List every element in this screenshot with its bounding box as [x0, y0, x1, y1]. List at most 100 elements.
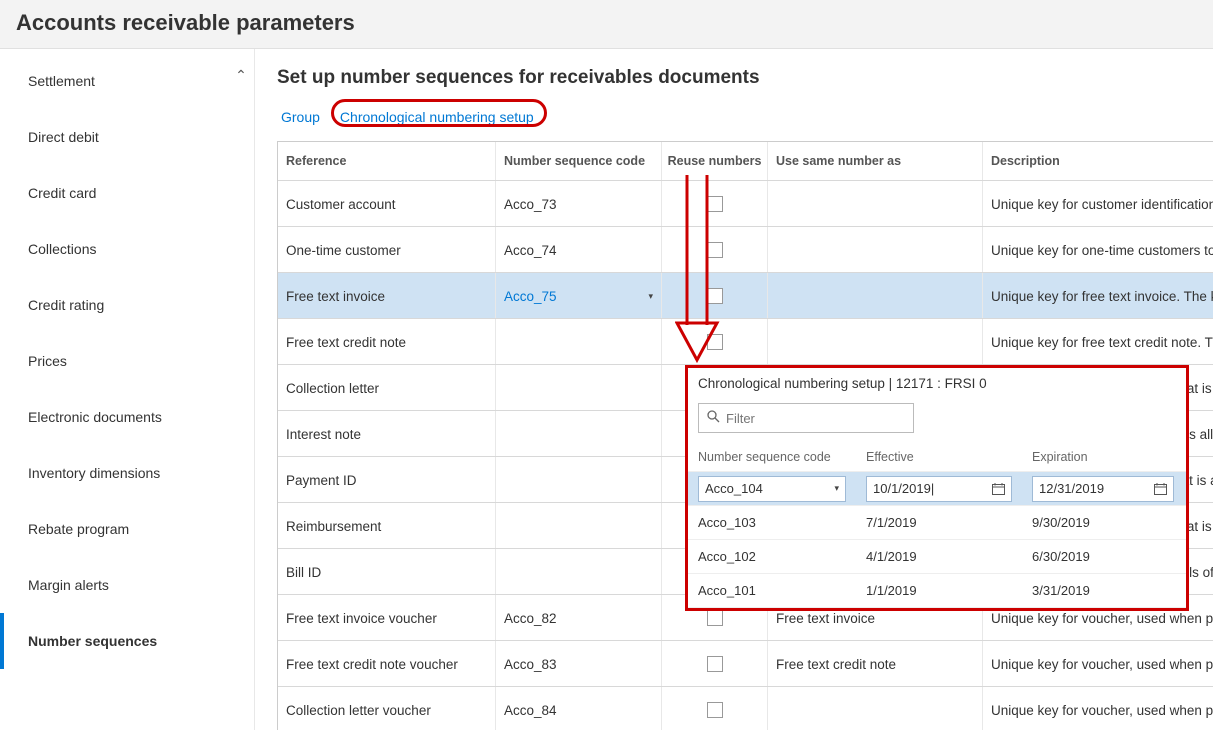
chevron-down-icon[interactable]: ▾	[648, 291, 653, 302]
cell-same-as[interactable]: Free text credit note	[768, 641, 983, 686]
popup-row[interactable]: Acco_1011/1/20193/31/2019	[688, 574, 1186, 608]
cell-reference: Free text invoice voucher	[278, 595, 496, 640]
table-row[interactable]: Customer accountAcco_73 Unique key for cu…	[278, 181, 1213, 227]
table-row[interactable]: Free text credit note voucherAcco_83Free…	[278, 641, 1213, 687]
popup-row[interactable]: Acco_104▾10/1/2019|12/31/2019	[688, 472, 1186, 506]
action-links: Group Chronological numbering setup	[277, 107, 1213, 127]
cell-code[interactable]	[496, 365, 662, 410]
popup-cell-code[interactable]: Acco_103	[688, 506, 856, 539]
filter-input[interactable]	[726, 411, 905, 426]
page-title: Accounts receivable parameters	[16, 10, 1197, 36]
popup-cell-code[interactable]: Acco_101	[688, 574, 856, 607]
popup-col-code[interactable]: Number sequence code	[688, 443, 856, 471]
col-reuse[interactable]: Reuse numbers	[662, 142, 768, 180]
chevron-down-icon[interactable]: ▾	[834, 483, 839, 494]
cell-reuse	[662, 641, 768, 686]
popup-cell-expiration[interactable]: 9/30/2019	[1022, 506, 1184, 539]
popup-cell-code[interactable]: Acco_104▾	[688, 472, 856, 505]
search-icon	[707, 410, 720, 426]
calendar-icon[interactable]	[1154, 483, 1167, 495]
reuse-checkbox[interactable]	[707, 242, 723, 258]
sidebar-item-collections[interactable]: Collections	[0, 221, 254, 277]
cell-description: Unique key for one-time customers to be …	[983, 227, 1213, 272]
reuse-checkbox[interactable]	[707, 196, 723, 212]
sidebar-item-number-sequences[interactable]: Number sequences	[0, 613, 254, 669]
popup-row[interactable]: Acco_1037/1/20199/30/2019	[688, 506, 1186, 540]
cell-reference: Collection letter	[278, 365, 496, 410]
cell-code[interactable]	[496, 503, 662, 548]
cell-reuse	[662, 319, 768, 364]
cell-code[interactable]: Acco_83	[496, 641, 662, 686]
cell-reference: One-time customer	[278, 227, 496, 272]
popup-cell-effective[interactable]: 10/1/2019|	[856, 472, 1022, 505]
chrono-setup-link[interactable]: Chronological numbering setup	[336, 107, 538, 127]
cell-code[interactable]: Acco_75▾	[496, 273, 662, 318]
popup-cell-effective[interactable]: 1/1/2019	[856, 574, 1022, 607]
col-desc[interactable]: Description	[983, 142, 1213, 180]
cell-same-as[interactable]	[768, 227, 983, 272]
cell-same-as[interactable]	[768, 273, 983, 318]
popup-cell-expiration[interactable]: 3/31/2019	[1022, 574, 1184, 607]
calendar-icon[interactable]	[992, 483, 1005, 495]
reuse-checkbox[interactable]	[707, 702, 723, 718]
cell-description: Unique key for voucher, used when postin…	[983, 641, 1213, 686]
cell-reference: Free text credit note	[278, 319, 496, 364]
cell-code[interactable]	[496, 457, 662, 502]
cell-reference: Payment ID	[278, 457, 496, 502]
table-row[interactable]: One-time customerAcco_74 Unique key for o…	[278, 227, 1213, 273]
cell-code[interactable]: Acco_84	[496, 687, 662, 730]
cell-code[interactable]: Acco_73	[496, 181, 662, 226]
popup-col-exp[interactable]: Expiration	[1022, 443, 1184, 471]
popup-cell-effective[interactable]: 7/1/2019	[856, 506, 1022, 539]
cell-description: Unique key for free text credit note. Th…	[983, 319, 1213, 364]
reuse-checkbox[interactable]	[707, 656, 723, 672]
cell-reuse	[662, 687, 768, 730]
popup-row[interactable]: Acco_1024/1/20196/30/2019	[688, 540, 1186, 574]
cell-code[interactable]: Acco_74	[496, 227, 662, 272]
filter-box[interactable]	[698, 403, 914, 433]
sidebar-item-direct-debit[interactable]: Direct debit	[0, 109, 254, 165]
section-title: Set up number sequences for receivables …	[277, 67, 1213, 89]
cell-code[interactable]: Acco_82	[496, 595, 662, 640]
reuse-checkbox[interactable]	[707, 334, 723, 350]
sidebar-item-rebate-program[interactable]: Rebate program	[0, 501, 254, 557]
cell-same-as[interactable]	[768, 181, 983, 226]
cell-description: Unique key for customer identification. …	[983, 181, 1213, 226]
sidebar-item-credit-rating[interactable]: Credit rating	[0, 277, 254, 333]
cell-reference: Interest note	[278, 411, 496, 456]
col-reference[interactable]: Reference	[278, 142, 496, 180]
col-code[interactable]: Number sequence code	[496, 142, 662, 180]
cell-code[interactable]	[496, 319, 662, 364]
cell-same-as[interactable]	[768, 319, 983, 364]
col-same[interactable]: Use same number as	[768, 142, 983, 180]
cell-reference: Customer account	[278, 181, 496, 226]
popup-cell-expiration[interactable]: 6/30/2019	[1022, 540, 1184, 573]
sidebar-item-inventory-dimensions[interactable]: Inventory dimensions	[0, 445, 254, 501]
cell-code[interactable]	[496, 549, 662, 594]
cell-code[interactable]	[496, 411, 662, 456]
popup-col-eff[interactable]: Effective	[856, 443, 1022, 471]
table-row[interactable]: Free text invoiceAcco_75▾Unique key for …	[278, 273, 1213, 319]
sidebar-collapse-icon[interactable]: ⌃	[234, 67, 248, 84]
table-row[interactable]: Collection letter voucherAcco_84Unique k…	[278, 687, 1213, 730]
cell-reuse	[662, 181, 768, 226]
sidebar-item-settlement[interactable]: Settlement	[0, 53, 254, 109]
sidebar-item-prices[interactable]: Prices	[0, 333, 254, 389]
popup-cell-expiration[interactable]: 12/31/2019	[1022, 472, 1184, 505]
cell-reuse	[662, 227, 768, 272]
main-panel: Set up number sequences for receivables …	[255, 49, 1213, 730]
cell-reuse	[662, 273, 768, 318]
sidebar-item-credit-card[interactable]: Credit card	[0, 165, 254, 221]
popup-title: Chronological numbering setup | 12171 : …	[688, 368, 1186, 399]
sidebar-item-electronic-documents[interactable]: Electronic documents	[0, 389, 254, 445]
reuse-checkbox[interactable]	[707, 288, 723, 304]
cell-same-as[interactable]	[768, 687, 983, 730]
table-row[interactable]: Free text credit note Unique key for free…	[278, 319, 1213, 365]
group-link[interactable]: Group	[277, 107, 324, 127]
popup-cell-effective[interactable]: 4/1/2019	[856, 540, 1022, 573]
grid-header-row: Reference Number sequence code Reuse num…	[278, 142, 1213, 181]
reuse-checkbox[interactable]	[707, 610, 723, 626]
cell-reference: Bill ID	[278, 549, 496, 594]
popup-cell-code[interactable]: Acco_102	[688, 540, 856, 573]
sidebar-item-margin-alerts[interactable]: Margin alerts	[0, 557, 254, 613]
